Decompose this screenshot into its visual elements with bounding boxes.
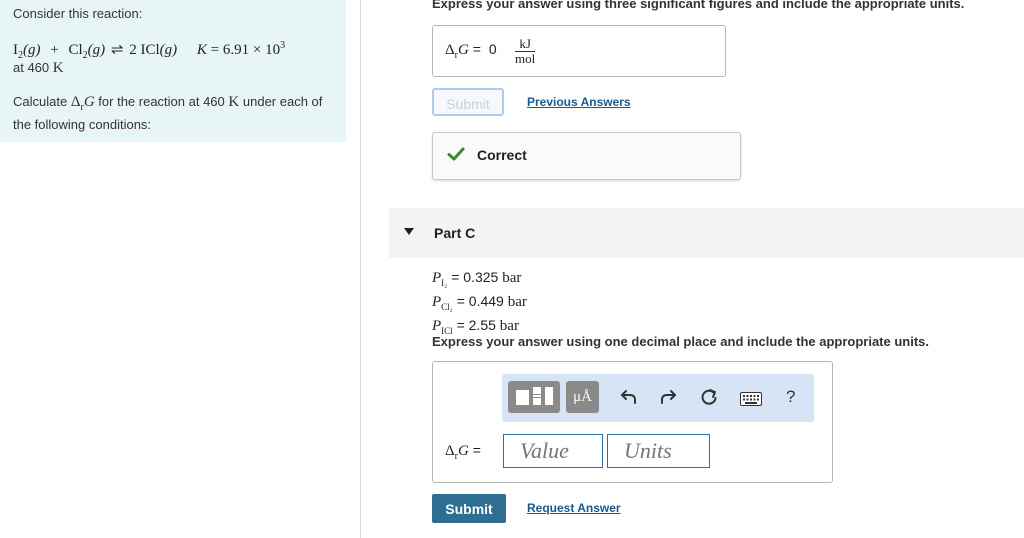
part-c-title: Part C [434,225,476,241]
answer-unit-fraction: kJ mol [515,36,536,66]
correct-text: Correct [477,147,527,163]
part-c-submit-button[interactable]: Submit [432,494,506,523]
problem-statement-panel: Consider this reaction: I2(g) + Cl2(g) ⇌… [0,0,346,142]
undo-icon[interactable] [620,388,638,406]
panel-divider [360,0,361,538]
correct-feedback: Correct [432,132,741,180]
help-icon[interactable]: ? [786,387,795,407]
pressure-cl2: PCl₂ = 0.449 bar [432,292,527,312]
math-toolbar: μÅ ? [502,374,814,422]
answer-value: 0 [488,41,497,57]
reaction-equation: I2(g) + Cl2(g) ⇌ 2 ICl(g) K = 6.91 × 103 [13,40,286,61]
redo-icon[interactable] [659,388,677,406]
consider-text: Consider this reaction: [13,6,143,21]
value-input[interactable] [503,434,603,468]
product: 2 ICl [129,42,160,58]
previous-answers-link[interactable]: Previous Answers [527,95,631,109]
templates-button[interactable] [508,381,560,413]
pressure-i2: PI₂ = 0.325 bar [432,269,522,288]
k-symbol: K [196,42,207,58]
delta-g-label: ΔrG = [445,442,481,462]
part-b-answer-box: ΔrG = 0 kJ mol [432,25,726,77]
reactant2: Cl [68,42,83,58]
reset-icon[interactable] [700,388,718,406]
templates-icon [516,387,553,405]
pressure-list: PI₂ = 0.325 bar PCl₂ = 0.449 bar PICl = … [432,268,527,339]
part-c-answer-area: μÅ ? ΔrG = [432,361,833,483]
checkmark-icon [447,147,465,161]
units-input[interactable] [607,434,710,468]
request-answer-link[interactable]: Request Answer [527,501,621,515]
collapse-triangle-icon[interactable] [404,228,414,235]
units-button[interactable]: μÅ [566,381,599,413]
temperature-text: at 460 K [13,60,64,76]
part-b-instruction: Express your answer using three signific… [432,0,965,11]
part-c-instruction: Express your answer using one decimal pl… [432,334,930,349]
equilibrium-arrow: ⇌ [110,42,124,58]
keyboard-icon[interactable] [740,392,762,406]
part-c-header[interactable]: Part C [389,208,1024,258]
calculate-instruction: Calculate ΔrG for the reaction at 460 K … [13,94,323,132]
delta-g-label: ΔrG = 0 [445,41,497,61]
k-value: = 6.91 × 10 [210,42,281,58]
part-b-submit-button[interactable]: Submit [432,88,504,116]
